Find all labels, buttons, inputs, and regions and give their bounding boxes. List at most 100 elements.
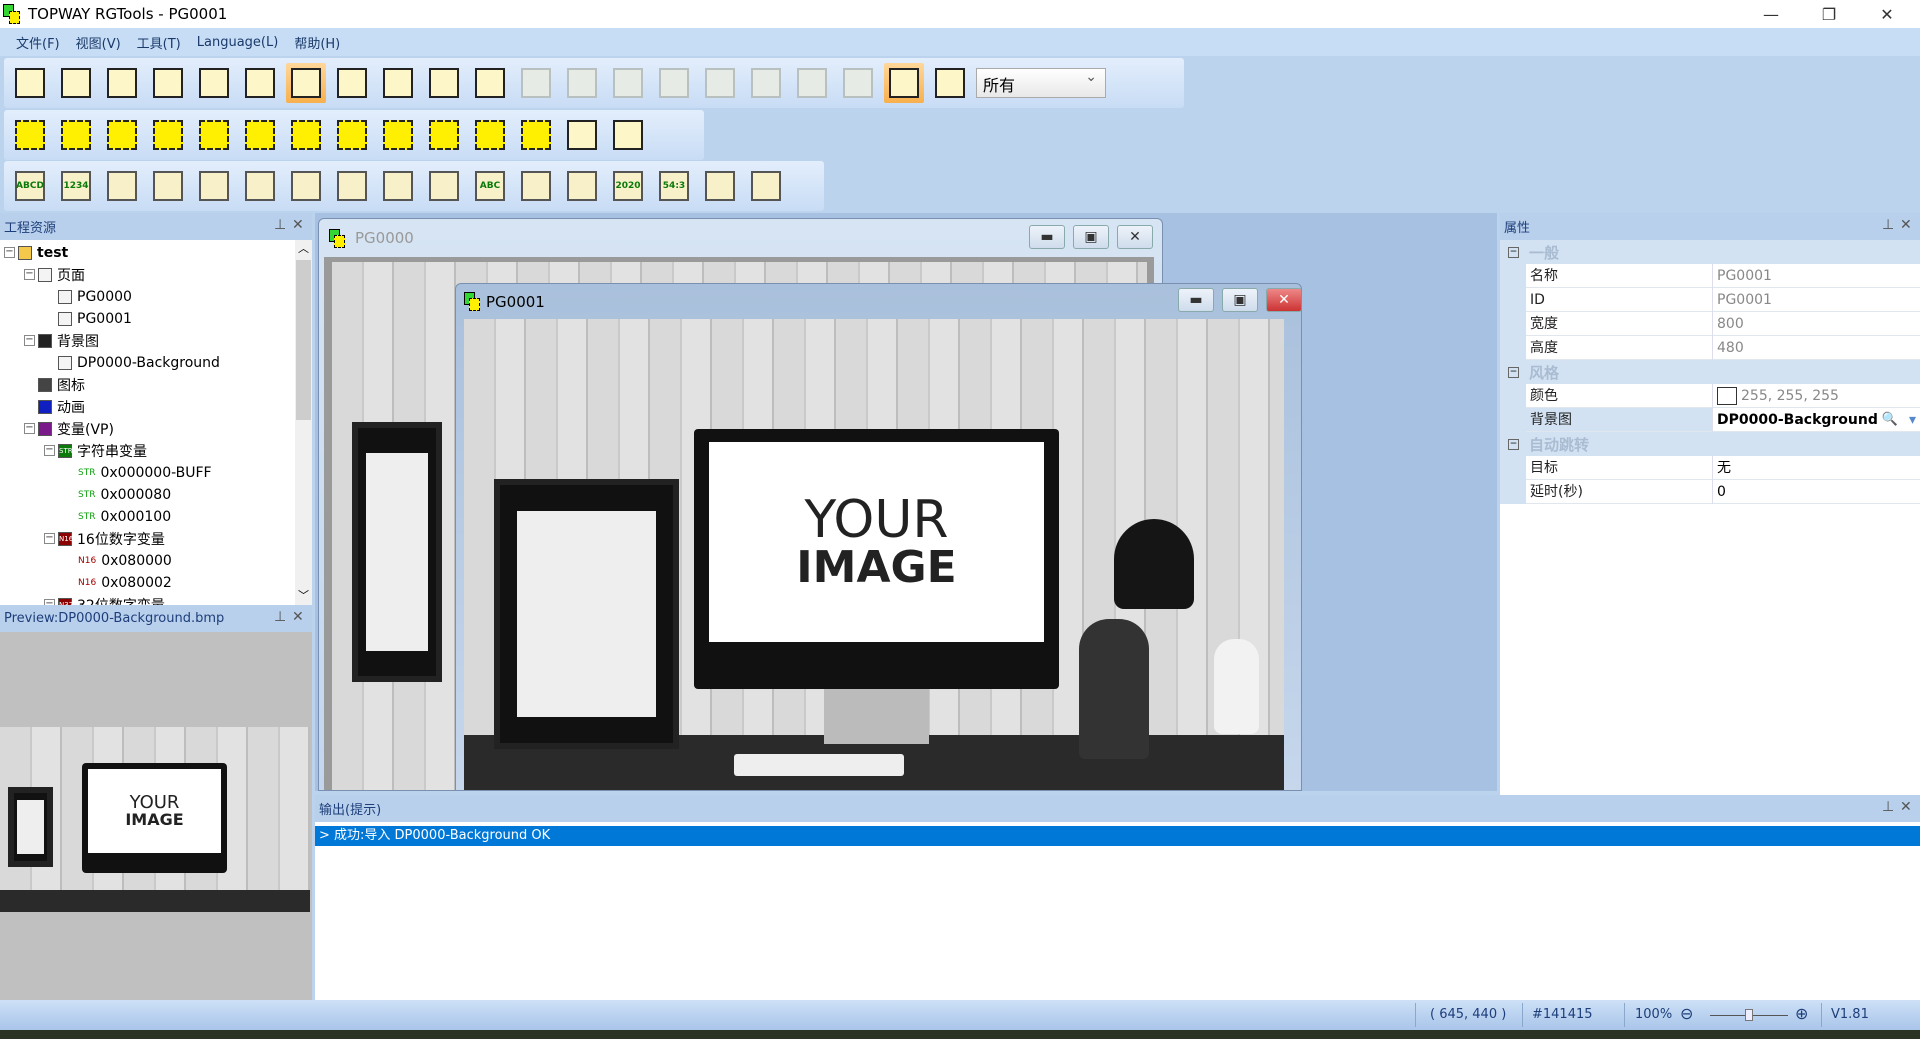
align-top-button[interactable] [608, 63, 648, 103]
property-value[interactable]: 480 [1712, 336, 1920, 360]
search-icon[interactable]: 🔍 [1882, 408, 1898, 432]
datetime-button[interactable]: 2020 [608, 166, 648, 206]
doc-close-button[interactable]: ✕ [1117, 225, 1153, 249]
tree-item[interactable]: STR 0x000000-BUFF [78, 462, 212, 484]
property-value[interactable]: DP0000-Background 🔍 ▾ [1712, 408, 1920, 432]
keypad-button[interactable] [424, 115, 464, 155]
close-panel-icon[interactable]: ✕ [1900, 217, 1912, 233]
time-button[interactable]: 54:3 [654, 166, 694, 206]
text-box-button[interactable]: ABC [470, 166, 510, 206]
tree-item[interactable]: −N3232位数字变量 [44, 594, 165, 605]
layer-filter-select[interactable]: 所有 [976, 68, 1106, 98]
tree-item[interactable]: 动画 [38, 396, 85, 418]
pin-icon[interactable]: ⊥ [274, 609, 286, 625]
keyboard-button[interactable] [516, 115, 556, 155]
same-height-button[interactable] [838, 63, 878, 103]
shift-key-button[interactable] [332, 115, 372, 155]
save-button[interactable] [102, 63, 142, 103]
zoom-slider[interactable] [1710, 1009, 1788, 1021]
scroll-up-icon[interactable]: ︿ [295, 240, 312, 258]
property-row[interactable]: 颜色 255, 255, 255 [1500, 384, 1920, 408]
tree-item[interactable]: − 背景图 [24, 330, 99, 352]
align-bottom-button[interactable] [654, 63, 694, 103]
collapse-toggle[interactable]: − [1508, 438, 1519, 450]
pin-icon[interactable]: ⊥ [274, 217, 286, 233]
doc-minimize-button[interactable]: ▬ [1029, 225, 1065, 249]
copy-button[interactable] [332, 63, 372, 103]
collapse-toggle[interactable]: − [44, 445, 55, 456]
keypad-alt-button[interactable] [470, 115, 510, 155]
tree-item[interactable]: − 变量(VP) [24, 418, 114, 440]
download-button[interactable] [608, 115, 648, 155]
minimize-button[interactable]: — [1742, 0, 1800, 28]
collapse-toggle[interactable]: − [44, 533, 55, 544]
menu-tools[interactable]: 工具(T) [137, 33, 181, 52]
collapse-toggle[interactable]: − [1508, 366, 1519, 378]
tree-item[interactable]: DP0000-Background [58, 352, 220, 374]
property-row[interactable]: 名称 PG0001 [1500, 264, 1920, 288]
tree-item[interactable]: PG0000 [58, 286, 132, 308]
enter-key-button[interactable] [286, 115, 326, 155]
menu-language[interactable]: Language(L) [197, 35, 279, 50]
property-row[interactable]: 目标无 [1500, 456, 1920, 480]
crop-button[interactable] [700, 166, 740, 206]
text-button[interactable]: ABCD [10, 166, 50, 206]
tree-item[interactable]: N16 0x080000 [78, 550, 172, 572]
right-key-button[interactable] [240, 115, 280, 155]
preview-off-button[interactable] [930, 63, 970, 103]
menu-view[interactable]: 视图(V) [76, 33, 121, 52]
output-line[interactable]: > 成功:导入 DP0000-Background OK [315, 826, 1920, 846]
tree-item[interactable]: STR 0x000100 [78, 506, 171, 528]
collapse-toggle[interactable]: − [4, 247, 15, 258]
property-row[interactable]: 延时(秒) 0 [1500, 480, 1920, 504]
property-category[interactable]: − 自动跳转 [1500, 432, 1920, 456]
doc-restore-button[interactable]: ▣ [1222, 288, 1258, 312]
esc-key-button[interactable] [102, 115, 142, 155]
pin-icon[interactable]: ⊥ [1882, 799, 1894, 815]
font-button[interactable] [240, 63, 280, 103]
curve-button[interactable] [332, 166, 372, 206]
new-project-button[interactable] [10, 63, 50, 103]
touch-button-icon[interactable] [516, 166, 556, 206]
scroll-thumb[interactable] [296, 260, 311, 420]
open-project-button[interactable] [56, 63, 96, 103]
animation-button[interactable] [562, 166, 602, 206]
close-button[interactable]: ✕ [1858, 0, 1916, 28]
menu-help[interactable]: 帮助(H) [294, 33, 340, 52]
align-right-button[interactable] [562, 63, 602, 103]
close-panel-icon[interactable]: ✕ [1900, 799, 1912, 815]
property-row[interactable]: 高度 480 [1500, 336, 1920, 360]
scroll-down-icon[interactable]: ﹀ [295, 587, 312, 605]
document-window-pg0001[interactable]: PG0001 ▬ ▣ ✕ YOUR IMAGE [455, 283, 1302, 791]
close-panel-icon[interactable]: ✕ [292, 609, 304, 625]
doc-close-button[interactable]: ✕ [1266, 288, 1301, 312]
tree-scrollbar[interactable]: ︿ ﹀ [295, 240, 312, 605]
backspace-key-button[interactable] [148, 115, 188, 155]
zoom-out-icon[interactable]: ⊖ [1680, 1004, 1693, 1023]
number-button[interactable]: 1234 [56, 166, 96, 206]
undo-button[interactable] [424, 63, 464, 103]
tree-item[interactable]: − N16 16位数字变量 [44, 528, 165, 550]
preview-on-button[interactable] [884, 63, 924, 103]
redo-button[interactable] [470, 63, 510, 103]
page-canvas-pg0001[interactable]: YOUR IMAGE [464, 319, 1284, 790]
property-row[interactable]: ID PG0001 [1500, 288, 1920, 312]
icon-button[interactable] [194, 166, 234, 206]
pin-icon[interactable]: ⊥ [1882, 217, 1894, 233]
table-button[interactable] [746, 166, 786, 206]
vpk-area-button[interactable] [56, 115, 96, 155]
tree-item[interactable]: − STR 字符串变量 [44, 440, 147, 462]
doc-restore-button[interactable]: ▣ [1073, 225, 1109, 249]
tree-item[interactable]: 图标 [38, 374, 85, 396]
align-left-button[interactable] [516, 63, 556, 103]
property-row[interactable]: 宽度 800 [1500, 312, 1920, 336]
slider-button[interactable] [378, 166, 418, 206]
gauge-button[interactable] [240, 166, 280, 206]
property-value[interactable]: 800 [1712, 312, 1920, 336]
doc-minimize-button[interactable]: ▬ [1178, 288, 1214, 312]
select-pointer-button[interactable] [286, 63, 326, 103]
tree-item[interactable]: PG0001 [58, 308, 132, 330]
restore-button[interactable]: ❐ [1800, 0, 1858, 28]
qr-button[interactable] [424, 166, 464, 206]
property-value[interactable]: 255, 255, 255 [1712, 384, 1920, 408]
